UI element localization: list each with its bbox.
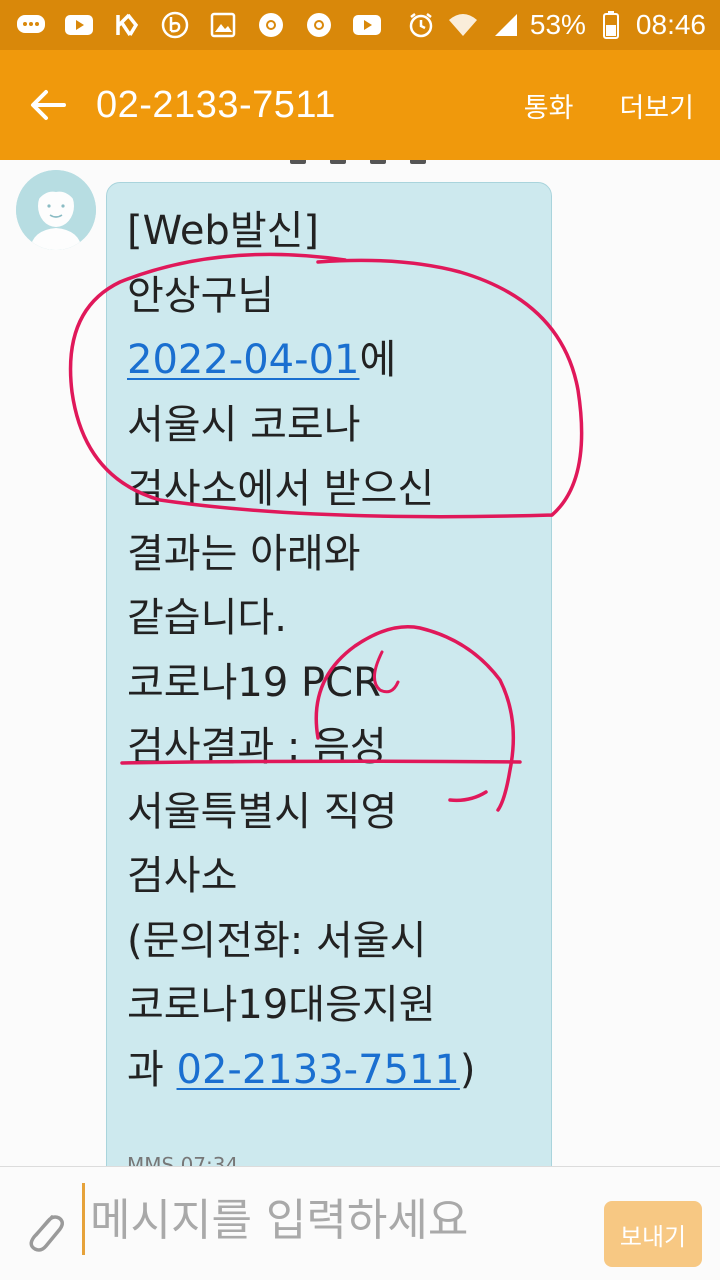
message-text: 에	[359, 337, 397, 383]
person-icon	[16, 170, 96, 250]
message-line: 검사소에서 받으신	[127, 466, 435, 512]
message-line: 코로나19 PCR	[127, 659, 381, 706]
message-icon	[14, 10, 48, 40]
contact-avatar[interactable]	[16, 170, 96, 250]
phone-link[interactable]: 02-2133-7511	[177, 1047, 460, 1093]
message-line: 2022-04-01에	[127, 328, 531, 393]
message-line: 검사소	[127, 853, 238, 899]
youtube-icon	[350, 10, 384, 40]
send-button[interactable]: 보내기	[604, 1201, 702, 1267]
app-bar: 02-2133-7511 통화 더보기	[0, 50, 720, 160]
alarm-icon	[404, 10, 438, 40]
notification-icons	[14, 10, 384, 40]
message-list[interactable]: [Web발신] 안상구님 2022-04-01에 서울시 코로나 검사소에서 받…	[0, 160, 720, 1166]
message-line: 같습니다.	[127, 595, 287, 641]
youtube-icon	[62, 10, 96, 40]
wifi-icon	[446, 10, 480, 40]
clock: 08:46	[635, 9, 706, 40]
message-line: 서울시 코로나	[127, 401, 361, 448]
message-line: 안상구님	[127, 272, 275, 319]
b-app-icon	[158, 10, 192, 40]
message-input[interactable]	[90, 1181, 590, 1259]
back-arrow-icon	[31, 90, 66, 120]
chrome-icon	[254, 10, 288, 40]
battery-percent: 53%	[529, 9, 586, 40]
back-button[interactable]	[0, 50, 96, 160]
message-line: 코로나19대응지원	[127, 982, 436, 1028]
message-text: 과	[127, 1046, 177, 1093]
message-line: 검사결과 : 음성	[127, 724, 387, 770]
more-button[interactable]: 더보기	[619, 86, 694, 125]
message-line: 결과는 아래와	[127, 530, 361, 577]
gallery-icon	[206, 10, 240, 40]
previous-message-fragment	[290, 160, 426, 164]
message-line: [Web발신]	[127, 208, 320, 254]
compose-bar: 보내기	[0, 1166, 720, 1280]
k-app-icon	[110, 10, 144, 40]
message-line: 과 02-2133-7511)	[127, 1038, 531, 1103]
system-indicators: 53% 08:46	[404, 9, 706, 41]
battery-icon	[594, 10, 628, 40]
paperclip-icon[interactable]	[22, 1207, 66, 1255]
header-actions: 통화 더보기	[524, 86, 720, 125]
message-line: 서울특별시 직영	[127, 788, 398, 835]
text-cursor	[82, 1183, 85, 1255]
status-bar: 53% 08:46	[0, 0, 720, 50]
message-text: )	[459, 1046, 476, 1093]
signal-icon	[488, 10, 522, 40]
chrome-icon	[302, 10, 336, 40]
message-bubble[interactable]: [Web발신] 안상구님 2022-04-01에 서울시 코로나 검사소에서 받…	[106, 182, 552, 1166]
date-link[interactable]: 2022-04-01	[127, 337, 359, 383]
call-button[interactable]: 통화	[524, 86, 574, 125]
message-timestamp: MMS 07:34	[127, 1153, 239, 1166]
message-line: (문의전화: 서울시	[127, 917, 427, 964]
conversation-title: 02-2133-7511	[96, 83, 336, 126]
